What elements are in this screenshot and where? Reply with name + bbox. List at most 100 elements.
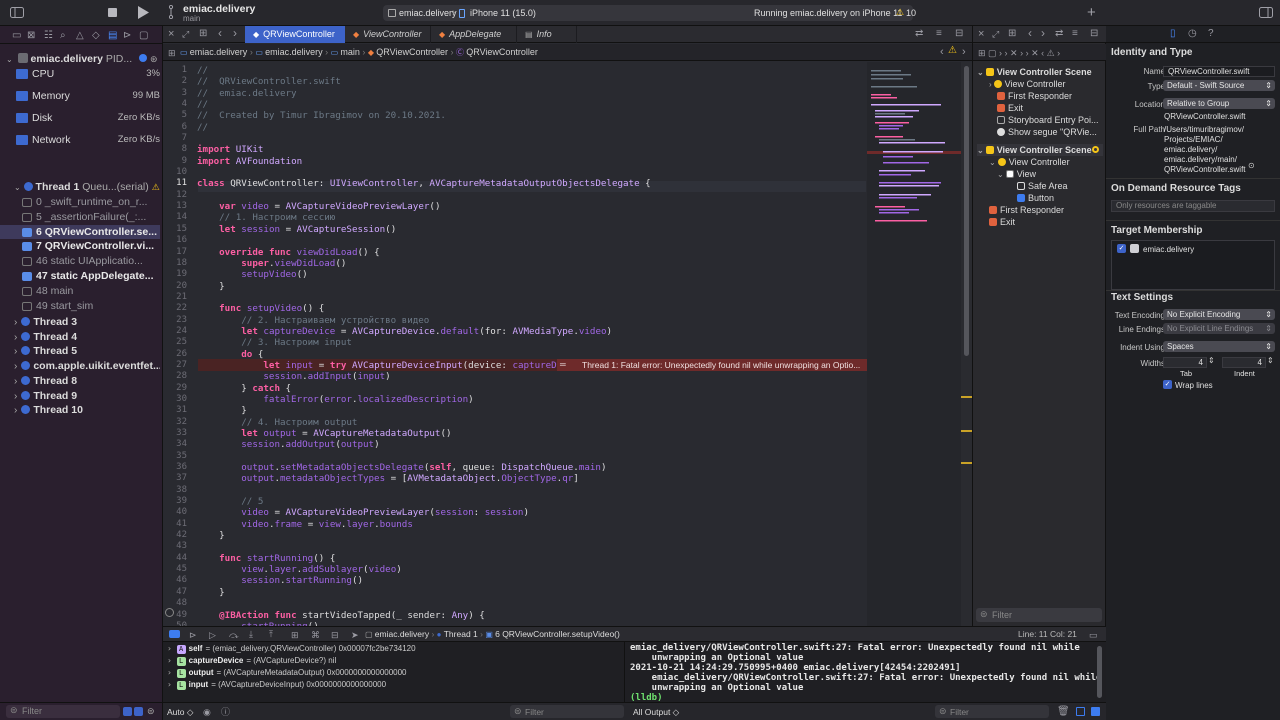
output-filter-popup[interactable]: All Output ◇ (633, 707, 679, 718)
console[interactable]: emiac_delivery/QRViewController.swift:27… (626, 642, 1106, 703)
encoding-popup[interactable]: No Explicit Encoding ⇕ (1163, 309, 1275, 320)
variable-row[interactable]: › Aself = (emiac_delivery.QRViewControlle… (167, 643, 622, 655)
disclosure-icon[interactable]: › (167, 656, 177, 665)
code-line[interactable] (197, 598, 867, 609)
related-icon[interactable]: ⊞ ▢ › › ✕ › › ✕ ‹ ⚠ › (978, 47, 1060, 59)
disclosure-icon[interactable]: › (167, 680, 177, 689)
chevron-right-icon[interactable]: › (962, 46, 966, 58)
disclosure-icon[interactable]: › (167, 668, 177, 677)
code-line[interactable] (197, 451, 867, 462)
close-icon[interactable]: × (168, 28, 174, 40)
code-line[interactable]: func startRunning() { (197, 553, 867, 564)
tab-info[interactable]: ▤ Info (517, 26, 577, 43)
variable-row[interactable]: › Linput = (AVCaptureDeviceInput) 0x00000… (167, 679, 622, 691)
code-area[interactable]: //// QRViewController.swift// emiac.deli… (197, 65, 867, 626)
tab-appdelegate[interactable]: ◆ AppDelegate (431, 26, 517, 43)
scheme-name[interactable]: emiac.delivery (399, 8, 457, 18)
chevron-left-icon[interactable]: ‹ (940, 46, 944, 58)
code-line[interactable]: setupVideo() (197, 269, 867, 280)
stack-frame[interactable]: 46 static UIApplicatio... (0, 254, 160, 269)
code-line[interactable]: // 1. Настроим сессию (197, 212, 867, 223)
run-icon[interactable] (138, 6, 149, 19)
warning-icon[interactable] (1092, 146, 1099, 153)
code-line[interactable]: session.addOutput(output) (197, 439, 867, 450)
gauge-disk[interactable]: Disk Zero KB/s (14, 111, 160, 133)
warning-count[interactable]: 10 (906, 8, 916, 18)
environment-icon[interactable]: ⊟ (331, 629, 339, 641)
outline-filter-field[interactable]: ⊜ Filter (976, 608, 1102, 622)
ibaction-connection-icon[interactable] (165, 608, 174, 617)
code-line[interactable]: // 3. Настроим input (197, 337, 867, 348)
thread-1-row[interactable]: ⌄ Thread 1 Queu...(serial) ⚠ (14, 180, 162, 195)
outline-item[interactable]: ⌄ View Controller Scene (977, 144, 1103, 156)
code-line[interactable]: // (197, 122, 867, 133)
code-line[interactable]: class QRViewController: UIViewController… (197, 178, 867, 189)
debug-icon[interactable]: ▤ (108, 30, 117, 41)
forward-icon[interactable]: › (233, 27, 237, 39)
eye-icon[interactable]: ◉ (203, 706, 211, 718)
help-icon[interactable]: ? (1208, 28, 1214, 40)
gauge-memory[interactable]: Memory 99 MB (14, 89, 160, 111)
thread-row[interactable]: › Thread 4 (14, 330, 160, 345)
code-line[interactable]: // (197, 65, 867, 76)
code-line[interactable] (197, 292, 867, 303)
indent-width-field[interactable]: 4 (1222, 357, 1266, 368)
forward-icon[interactable]: › (1041, 27, 1045, 39)
code-line[interactable]: fatalError(error.localizedDescription) (197, 394, 867, 405)
line-endings-popup[interactable]: No Explicit Line Endings ⇕ (1163, 323, 1275, 334)
variables-panel-icon[interactable] (1076, 707, 1085, 716)
breakpoints-toggle-icon[interactable]: ⊳ (189, 629, 197, 641)
inspector-toggle-icon[interactable] (1259, 7, 1273, 18)
debug-breadcrumb-item[interactable]: Thread 1 (444, 629, 478, 639)
code-line[interactable]: output.metadataObjectTypes = [AVMetadata… (197, 473, 867, 484)
reveal-in-finder-icon[interactable]: ⊙ (1248, 161, 1255, 170)
back-icon[interactable]: ‹ (218, 27, 222, 39)
thread-row[interactable]: › Thread 10 (14, 403, 160, 418)
navigator-filter-field[interactable]: ⊜ Filter (6, 705, 120, 718)
step-out-icon[interactable]: ⤒ (269, 628, 273, 640)
breadcrumb-item[interactable]: QRViewController (376, 47, 448, 57)
debug-breadcrumb-item[interactable]: 6 QRViewController.setupVideo() (495, 629, 620, 639)
info-icon[interactable]: ⓘ (221, 706, 230, 718)
debug-breadcrumb-item[interactable]: emiac.delivery (375, 629, 429, 639)
code-line[interactable]: import UIKit (197, 144, 867, 155)
code-line[interactable]: let captureDevice = AVCaptureDevice.defa… (197, 326, 867, 337)
hide-debug-area-icon[interactable] (169, 630, 180, 638)
options-icon[interactable]: ⊜ (147, 706, 155, 717)
indent-popup[interactable]: Spaces ⇕ (1163, 341, 1275, 352)
related-icon[interactable]: ⊞ (168, 47, 176, 59)
console-toggle-icon[interactable]: ▭ (1089, 629, 1098, 641)
code-line[interactable]: import AVFoundation (197, 156, 867, 167)
code-line[interactable]: // 5 (197, 496, 867, 507)
location-popup[interactable]: Relative to Group ⇕ (1163, 98, 1275, 109)
variables-scope-popup[interactable]: Auto ◇ (167, 707, 193, 718)
step-over-icon[interactable]: ⤼ (229, 629, 239, 641)
close-icon[interactable]: × (978, 28, 984, 40)
outline-item[interactable]: First Responder (997, 90, 1103, 102)
code-line[interactable]: var video = AVCaptureVideoPreviewLayer() (197, 201, 867, 212)
code-line[interactable]: @IBAction func startVideoTapped(_ sender… (197, 610, 867, 621)
adjust-icon[interactable]: ≡ (936, 28, 942, 40)
thread-row[interactable]: › Thread 3 (14, 315, 160, 330)
stack-frame[interactable]: 7 QRViewController.vi... (0, 239, 160, 254)
code-line[interactable]: // emiac.delivery (197, 88, 867, 99)
history-icon[interactable]: ◷ (1188, 28, 1197, 40)
tab-qrviewcontroller[interactable]: ◆ QRViewController (245, 26, 345, 43)
code-line[interactable]: // (197, 99, 867, 110)
expand-icon[interactable]: ⤢ (182, 28, 189, 40)
minimap[interactable] (867, 62, 961, 626)
stack-frame[interactable]: 49 start_sim (0, 299, 160, 314)
scrollbar-thumb[interactable] (964, 66, 969, 356)
thread-row[interactable]: › Thread 9 (14, 389, 160, 404)
add-icon[interactable]: + (1087, 4, 1096, 21)
wrap-lines-checkbox[interactable]: ✓ (1163, 380, 1172, 389)
tab-viewcontroller[interactable]: ◆ ViewController (345, 26, 431, 43)
debug-view-hierarchy-icon[interactable]: ⊞ (291, 629, 299, 641)
outline-item[interactable]: Exit (997, 102, 1103, 114)
odr-field[interactable]: Only resources are taggable (1111, 200, 1275, 212)
code-line[interactable] (197, 485, 867, 496)
console-panel-icon[interactable] (1091, 707, 1100, 716)
outline-item[interactable]: › View Controller (989, 78, 1103, 90)
warning-icon[interactable]: ⚠ (948, 45, 957, 56)
outline-item[interactable]: Exit (989, 216, 1103, 228)
